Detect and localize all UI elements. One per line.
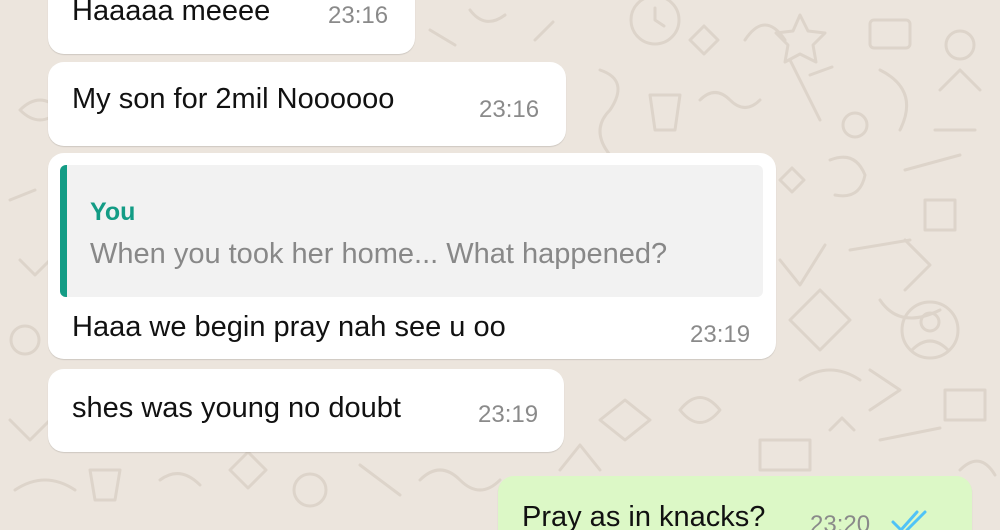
message-bubble-incoming[interactable]: My son for 2mil Noooooo 23:16 [48,62,566,146]
quoted-author: You [90,198,136,226]
message-timestamp: 23:16 [328,2,389,29]
message-bubble-incoming[interactable]: Haaaaa meeee 23:16 [48,0,415,54]
quoted-text: When you took her home... What happened? [90,238,668,270]
message-timestamp: 23:19 [478,401,539,428]
double-check-read-icon [891,510,927,530]
message-text: Haaa we begin pray nah see u oo [72,311,506,343]
message-text: shes was young no doubt [72,392,401,424]
message-text: Haaaaa meeee [72,0,271,27]
message-timestamp: 23:20 [810,511,871,530]
message-timestamp: 23:16 [479,96,540,123]
quoted-message[interactable]: You When you took her home... What happe… [60,165,763,297]
message-bubble-incoming-reply[interactable]: You When you took her home... What happe… [48,153,776,359]
message-text: My son for 2mil Noooooo [72,83,395,115]
message-bubble-outgoing[interactable]: Pray as in knacks? 23:20 [498,476,972,530]
message-text: Pray as in knacks? [522,501,766,530]
message-bubble-incoming[interactable]: shes was young no doubt 23:19 [48,369,564,452]
quote-accent-bar [60,165,67,297]
message-timestamp: 23:19 [690,321,751,348]
